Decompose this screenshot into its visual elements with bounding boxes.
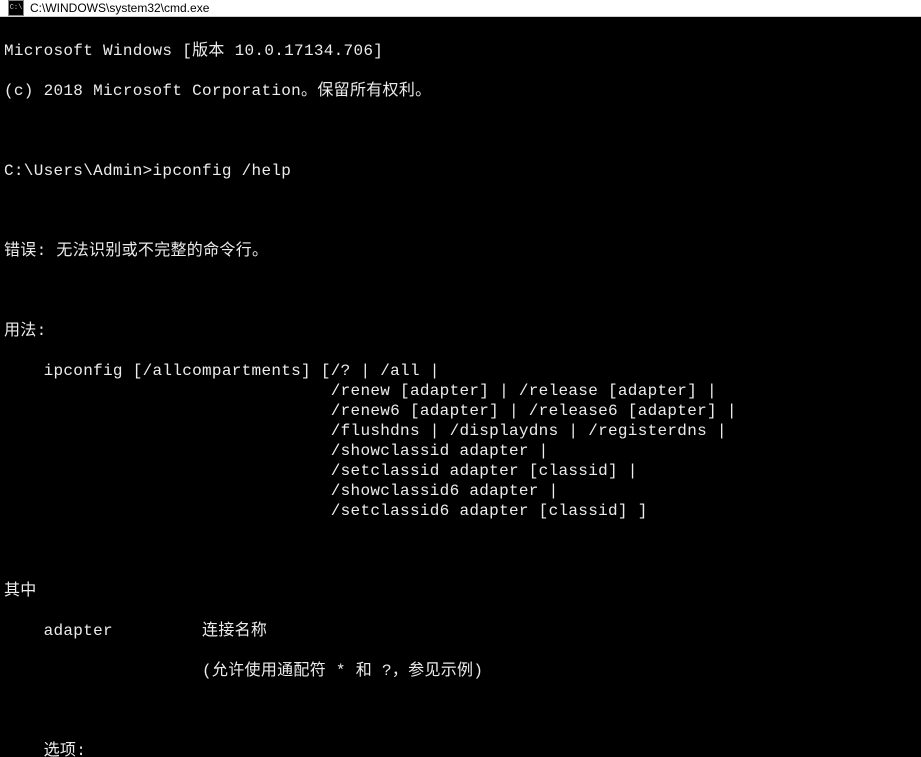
where-header: 其中: [4, 581, 919, 601]
options-header: 选项:: [4, 741, 919, 757]
cmd-window: C:\WINDOWS\system32\cmd.exe Microsoft Wi…: [0, 0, 921, 757]
banner-line: (c) 2018 Microsoft Corporation。保留所有权利。: [4, 81, 919, 101]
usage-line: /showclassid adapter |: [4, 441, 919, 461]
blank-line: [4, 701, 919, 721]
usage-line: /flushdns | /displaydns | /registerdns |: [4, 421, 919, 441]
blank-line: [4, 541, 919, 561]
titlebar[interactable]: C:\WINDOWS\system32\cmd.exe: [0, 0, 921, 17]
usage-line: /setclassid adapter [classid] |: [4, 461, 919, 481]
terminal-area[interactable]: Microsoft Windows [版本 10.0.17134.706] (c…: [0, 17, 921, 757]
typed-command: ipconfig /help: [153, 162, 292, 180]
prompt: C:\Users\Admin>: [4, 162, 153, 180]
blank-line: [4, 281, 919, 301]
prompt-line: C:\Users\Admin>ipconfig /help: [4, 161, 919, 181]
usage-line: /renew [adapter] | /release [adapter] |: [4, 381, 919, 401]
error-line: 错误: 无法识别或不完整的命令行。: [4, 241, 919, 261]
usage-line: /setclassid6 adapter [classid] ]: [4, 501, 919, 521]
cmd-icon: [8, 0, 24, 16]
adapter-desc: adapter 连接名称: [4, 621, 919, 641]
usage-line: ipconfig [/allcompartments] [/? | /all |: [4, 361, 919, 381]
usage-header: 用法:: [4, 321, 919, 341]
usage-line: /showclassid6 adapter |: [4, 481, 919, 501]
adapter-desc: (允许使用通配符 * 和 ?，参见示例): [4, 661, 919, 681]
blank-line: [4, 121, 919, 141]
blank-line: [4, 201, 919, 221]
window-title: C:\WINDOWS\system32\cmd.exe: [30, 1, 209, 15]
usage-block: ipconfig [/allcompartments] [/? | /all |…: [4, 361, 919, 521]
banner-line: Microsoft Windows [版本 10.0.17134.706]: [4, 41, 919, 61]
usage-line: /renew6 [adapter] | /release6 [adapter] …: [4, 401, 919, 421]
